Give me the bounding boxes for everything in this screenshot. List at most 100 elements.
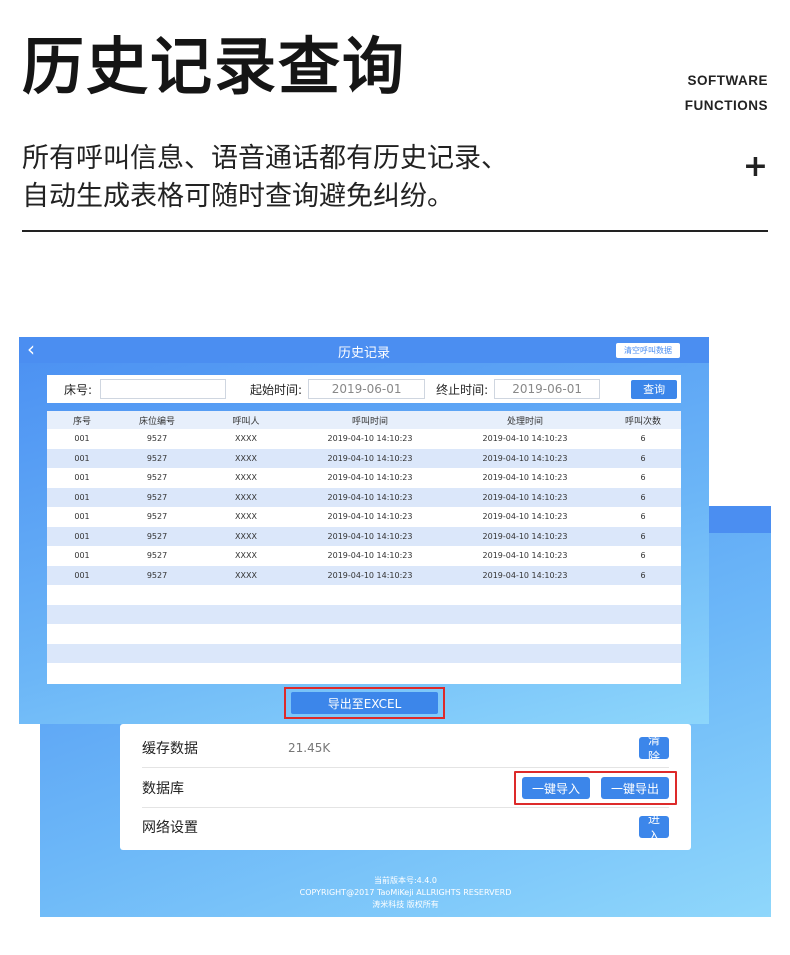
table-cell: 001 bbox=[74, 512, 90, 522]
table-cell: 2019-04-10 14:10:23 bbox=[482, 512, 568, 522]
empty-table-row[interactable] bbox=[47, 624, 681, 644]
table-cell: 001 bbox=[74, 473, 90, 483]
table-cell: 2019-04-10 14:10:23 bbox=[482, 434, 568, 444]
description: 所有呼叫信息、语音通话都有历史记录、 自动生成表格可随时查询避免纠纷。 bbox=[22, 140, 508, 216]
table-cell: XXXX bbox=[235, 434, 257, 444]
export-highlight: 导出至EXCEL bbox=[284, 687, 445, 719]
table-row[interactable]: 001 9527 XXXX 2019-04-10 14:10:23 2019-04-10… bbox=[47, 546, 681, 566]
table-cell: 9527 bbox=[146, 570, 168, 580]
table-cell: 6 bbox=[640, 570, 646, 580]
table-cell: XXXX bbox=[235, 531, 257, 541]
table-cell: 2019-04-10 14:10:23 bbox=[327, 531, 413, 541]
settings-card: 缓存数据 21.45K 清除 数据库 一键导入 一键导出 网络设置 进入 bbox=[120, 724, 691, 850]
table-cell: 6 bbox=[640, 434, 646, 444]
table-row[interactable]: 001 9527 XXXX 2019-04-10 14:10:23 2019-04-10… bbox=[47, 429, 681, 449]
table-cell: XXXX bbox=[235, 473, 257, 483]
version-text: 当前版本号:4.4.0 bbox=[373, 876, 438, 885]
table-cell: 2019-04-10 14:10:23 bbox=[482, 492, 568, 502]
empty-table-row[interactable] bbox=[47, 643, 681, 663]
cache-label: 缓存数据 bbox=[142, 741, 198, 757]
cache-value: 21.45K bbox=[288, 741, 331, 755]
column-header: 床位编号 bbox=[138, 416, 175, 427]
table-cell: 2019-04-10 14:10:23 bbox=[482, 531, 568, 541]
column-header: 处理时间 bbox=[506, 416, 543, 427]
table-cell: XXXX bbox=[235, 570, 257, 580]
table-cell: 2019-04-10 14:10:23 bbox=[327, 434, 413, 444]
query-button[interactable]: 查询 bbox=[631, 379, 678, 399]
start-time-input[interactable]: 2019-06-01 bbox=[308, 379, 426, 399]
table-cell: 2019-04-10 14:10:23 bbox=[327, 551, 413, 561]
network-settings-label: 网络设置 bbox=[142, 820, 198, 836]
table-cell: 6 bbox=[640, 551, 646, 561]
table-cell: 9527 bbox=[146, 531, 168, 541]
table-cell: 9527 bbox=[146, 492, 168, 502]
table-body: 001 9527 XXXX 2019-04-10 14:10:23 2019-04-10… bbox=[47, 429, 681, 683]
plus-icon: + bbox=[742, 149, 768, 184]
description-line-1: 所有呼叫信息、语音通话都有历史记录、 bbox=[22, 143, 508, 174]
header-divider bbox=[22, 230, 768, 232]
settings-row-database: 数据库 一键导入 一键导出 bbox=[142, 769, 677, 808]
table-cell: 6 bbox=[640, 492, 646, 502]
table-cell: 2019-04-10 14:10:23 bbox=[327, 473, 413, 483]
empty-table-row[interactable] bbox=[47, 663, 681, 683]
one-click-export-button[interactable]: 一键导出 bbox=[600, 777, 669, 799]
software-functions-label: SOFTWARE FUNCTIONS bbox=[685, 68, 768, 118]
one-click-import-button[interactable]: 一键导入 bbox=[521, 777, 590, 799]
clear-call-data-button[interactable]: 清空呼叫数据 bbox=[616, 343, 680, 358]
column-header: 呼叫时间 bbox=[351, 416, 388, 427]
end-time-input[interactable]: 2019-06-01 bbox=[494, 379, 601, 399]
table-cell: XXXX bbox=[235, 512, 257, 522]
table-row[interactable]: 001 9527 XXXX 2019-04-10 14:10:23 2019-04-10… bbox=[47, 507, 681, 527]
table-cell: 6 bbox=[640, 531, 646, 541]
table-cell: 001 bbox=[74, 492, 90, 502]
column-header: 呼叫人 bbox=[232, 416, 260, 427]
start-time-label: 起始时间: bbox=[250, 382, 303, 397]
export-excel-button[interactable]: 导出至EXCEL bbox=[291, 692, 438, 714]
table-cell: 2019-04-10 14:10:23 bbox=[327, 453, 413, 463]
table-cell: 6 bbox=[640, 453, 646, 463]
table-cell: XXXX bbox=[235, 453, 257, 463]
table-cell: 2019-04-10 14:10:23 bbox=[327, 570, 413, 580]
table-row[interactable]: 001 9527 XXXX 2019-04-10 14:10:23 2019-04-10… bbox=[47, 487, 681, 507]
table-cell: 2019-04-10 14:10:23 bbox=[482, 473, 568, 483]
history-title: 历史记录 bbox=[337, 346, 390, 361]
table-row[interactable]: 001 9527 XXXX 2019-04-10 14:10:23 2019-04-10… bbox=[47, 468, 681, 488]
table-cell: 9527 bbox=[146, 551, 168, 561]
table-cell: 001 bbox=[74, 551, 90, 561]
table-row[interactable]: 001 9527 XXXX 2019-04-10 14:10:23 2019-04-10… bbox=[47, 448, 681, 468]
settings-row-cache: 缓存数据 21.45K 清除 bbox=[142, 729, 669, 768]
table-row[interactable]: 001 9527 XXXX 2019-04-10 14:10:23 2019-04-10… bbox=[47, 565, 681, 585]
table-cell: 2019-04-10 14:10:23 bbox=[482, 570, 568, 580]
database-buttons-highlight: 一键导入 一键导出 bbox=[513, 771, 677, 805]
description-line-2: 自动生成表格可随时查询避免纠纷。 bbox=[22, 181, 454, 212]
software-label: SOFTWARE bbox=[687, 73, 768, 88]
enter-network-button[interactable]: 进入 bbox=[639, 812, 669, 843]
clear-cache-button[interactable]: 清除 bbox=[639, 733, 669, 764]
bed-number-input[interactable] bbox=[100, 379, 227, 399]
table-cell: 2019-04-10 14:10:23 bbox=[327, 492, 413, 502]
table-cell: 2019-04-10 14:10:23 bbox=[482, 551, 568, 561]
table-cell: 001 bbox=[74, 453, 90, 463]
history-table: 序号 床位编号 呼叫人 呼叫时间 处理时间 呼叫次数 001 9527 XXXX 20… bbox=[47, 411, 681, 684]
empty-table-row[interactable] bbox=[47, 604, 681, 624]
database-label: 数据库 bbox=[142, 781, 184, 797]
copyright-text: COPYRIGHT@2017 TaoMiKeji ALLRIGHTS RESER… bbox=[299, 888, 512, 897]
table-cell: 6 bbox=[640, 512, 646, 522]
page-title: 历史记录查询 bbox=[22, 30, 407, 103]
history-title-bar: ‹ 历史记录 清空呼叫数据 bbox=[19, 337, 709, 363]
table-cell: 6 bbox=[640, 473, 646, 483]
table-cell: 001 bbox=[74, 531, 90, 541]
history-screen: ‹ 历史记录 清空呼叫数据 床号: 起始时间: 2019-06-01 终止时间:… bbox=[19, 337, 709, 724]
functions-label: FUNCTIONS bbox=[684, 98, 768, 113]
company-text: 涛米科技 版权所有 bbox=[372, 900, 439, 909]
column-header: 呼叫次数 bbox=[624, 416, 661, 427]
table-cell: 001 bbox=[74, 570, 90, 580]
table-header: 序号 床位编号 呼叫人 呼叫时间 处理时间 呼叫次数 bbox=[47, 411, 681, 429]
settings-row-network: 网络设置 进入 bbox=[142, 808, 669, 846]
table-row[interactable]: 001 9527 XXXX 2019-04-10 14:10:23 2019-04-10… bbox=[47, 526, 681, 546]
bed-number-label: 床号: bbox=[64, 382, 93, 397]
table-cell: XXXX bbox=[235, 492, 257, 502]
table-cell: 2019-04-10 14:10:23 bbox=[482, 453, 568, 463]
empty-table-row[interactable] bbox=[47, 585, 681, 605]
filter-bar: 床号: 起始时间: 2019-06-01 终止时间: 2019-06-01 查询 bbox=[47, 375, 681, 403]
